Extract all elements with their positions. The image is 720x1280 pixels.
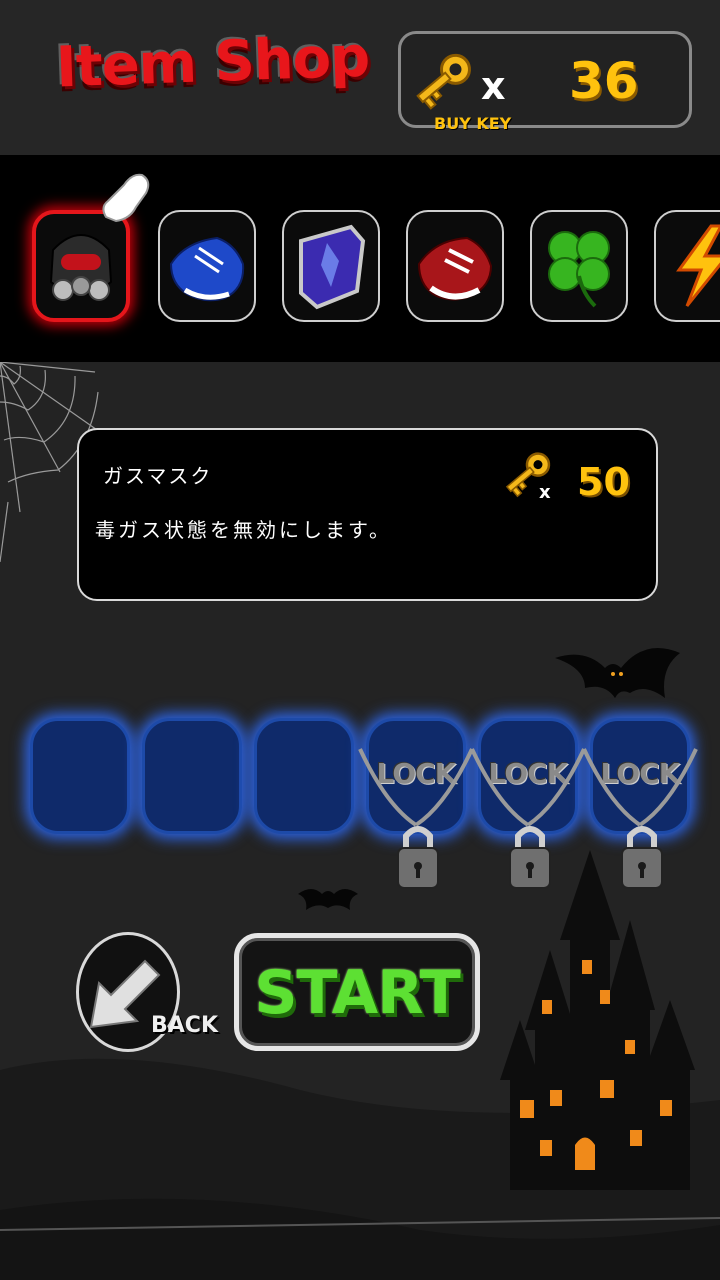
item-price: 50	[577, 460, 630, 504]
red-sneaker-icon	[417, 236, 493, 301]
equip-slot-2[interactable]	[142, 718, 242, 834]
padlock-icon	[397, 826, 439, 889]
header-bar: Item Shop x 36 BUY KEY	[0, 0, 720, 155]
four-leaf-clover-icon	[548, 231, 610, 308]
gas-mask-icon	[49, 234, 113, 301]
back-label: BACK	[151, 1013, 218, 1038]
blue-sneaker-icon	[169, 236, 245, 302]
page-title: Item Shop	[54, 24, 371, 101]
hand-pointer-icon	[102, 173, 150, 223]
key-multiplier: x	[481, 64, 506, 108]
item-slot-lightning[interactable]	[654, 210, 720, 322]
item-slot-shield[interactable]	[282, 210, 380, 322]
item-name: ガスマスク	[103, 464, 213, 488]
item-description-panel: ガスマスク 毒ガス状態を無効にします。 x 50	[77, 428, 658, 601]
key-count: 36	[569, 52, 639, 110]
price-multiplier: x	[539, 482, 551, 503]
item-slot-red-sneaker[interactable]	[406, 210, 504, 322]
item-selector-strip	[0, 155, 720, 362]
buy-key-button[interactable]: x 36 BUY KEY	[398, 31, 692, 133]
gold-key-icon	[416, 53, 471, 110]
start-label: START	[254, 958, 460, 1028]
shield-icon	[299, 224, 366, 310]
bat-decoration	[555, 648, 680, 698]
back-button[interactable]: BACK	[76, 932, 218, 1052]
start-button[interactable]: START	[234, 933, 480, 1051]
haunted-castle-decoration	[500, 850, 695, 1190]
equip-slot-1[interactable]	[30, 718, 130, 834]
padlock-icon	[509, 826, 551, 889]
lightning-icon	[676, 224, 720, 307]
padlock-icon	[621, 826, 663, 889]
item-slot-blue-sneaker[interactable]	[158, 210, 256, 322]
item-description: 毒ガス状態を無効にします。	[95, 518, 392, 542]
bat-decoration	[298, 889, 358, 910]
item-slot-clover[interactable]	[530, 210, 628, 322]
buy-key-label: BUY KEY	[434, 114, 512, 133]
equip-slot-3[interactable]	[254, 718, 354, 834]
